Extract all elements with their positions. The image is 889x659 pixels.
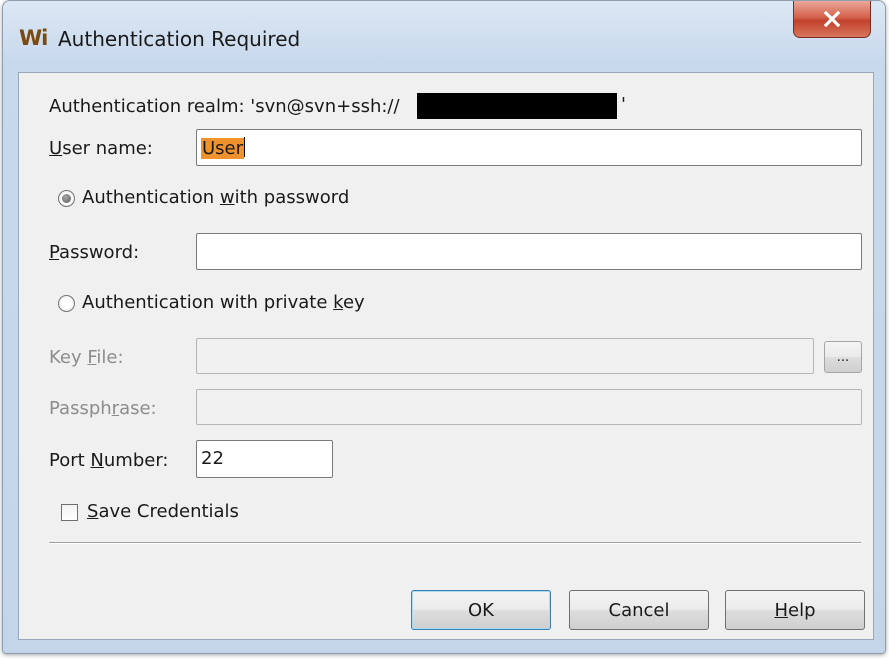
- authentication-dialog: Wi Authentication Required Authenticatio…: [2, 0, 886, 654]
- separator-line: [49, 542, 861, 544]
- user-name-input[interactable]: User: [196, 129, 862, 166]
- save-credentials-label[interactable]: Save Credentials: [87, 501, 239, 523]
- text-cursor: [244, 137, 246, 157]
- cancel-button[interactable]: Cancel: [569, 590, 709, 630]
- key-file-input[interactable]: [196, 338, 814, 374]
- passphrase-input[interactable]: [196, 389, 862, 425]
- window-title: Authentication Required: [58, 27, 301, 51]
- app-icon: Wi: [19, 26, 48, 50]
- key-file-label: Key File:: [49, 347, 124, 368]
- close-x-icon: [823, 11, 841, 27]
- close-button[interactable]: [793, 1, 871, 38]
- auth-password-radio[interactable]: [58, 190, 75, 207]
- auth-password-label[interactable]: Authentication with password: [82, 187, 349, 209]
- realm-redacted-block: [417, 93, 617, 119]
- dialog-body: Authentication realm: 'svn@svn+ssh:// ' …: [18, 72, 874, 640]
- realm-label: Authentication realm: 'svn@svn+ssh://: [49, 96, 400, 117]
- port-number-input[interactable]: 22: [196, 440, 333, 478]
- port-number-label: Port Number:: [49, 450, 169, 471]
- radio-selected-dot: [62, 194, 71, 203]
- realm-end-quote: ': [621, 94, 626, 115]
- ok-button[interactable]: OK: [411, 590, 551, 630]
- browse-key-file-button[interactable]: ...: [824, 341, 862, 373]
- user-name-value: User: [201, 138, 245, 159]
- help-button[interactable]: Help: [725, 590, 865, 630]
- passphrase-label: Passphrase:: [49, 398, 157, 419]
- user-name-label: User name:: [49, 138, 153, 159]
- password-input[interactable]: [196, 233, 862, 270]
- title-bar[interactable]: Wi Authentication Required: [3, 1, 885, 71]
- password-label: Password:: [49, 242, 140, 263]
- auth-private-key-radio[interactable]: [58, 295, 75, 312]
- auth-private-key-label[interactable]: Authentication with private key: [82, 292, 365, 314]
- save-credentials-checkbox[interactable]: [61, 504, 78, 521]
